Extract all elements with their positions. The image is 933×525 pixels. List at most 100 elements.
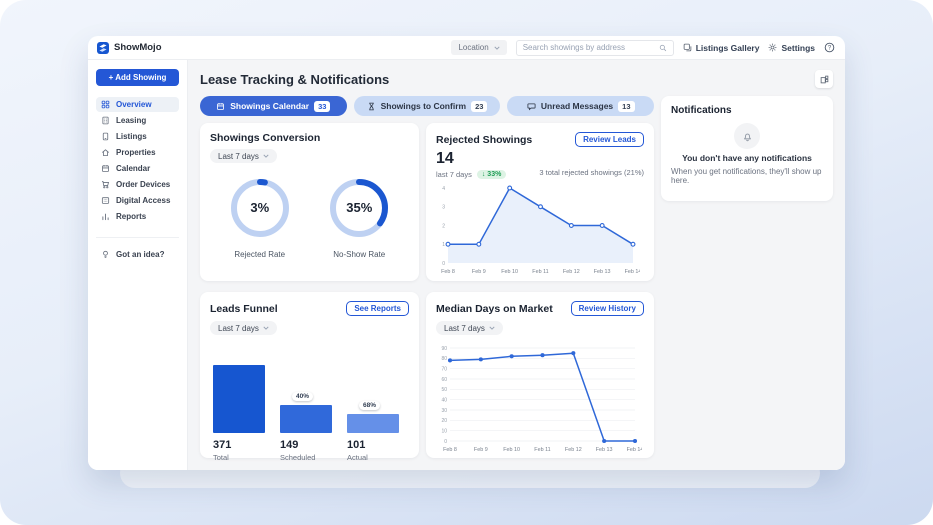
funnel-bar-scheduled: 40%149Scheduled [280,392,332,461]
chevron-down-icon [489,326,495,330]
sidebar-item-properties[interactable]: Properties [96,145,179,160]
sidebar-item-reports[interactable]: Reports [96,209,179,224]
card-title: Rejected Showings [436,134,532,146]
svg-text:3: 3 [442,204,445,210]
svg-text:0: 0 [442,260,445,266]
bell-icon [734,123,760,149]
tab-label: Showings to Confirm [381,101,466,111]
rejected-note: 3 total rejected showings (21%) [539,168,644,179]
search-icon [659,44,667,52]
sidebar-nav: Overview Leasing Listings Properties [96,97,179,224]
chevron-down-icon [263,154,269,158]
conversion-range-dropdown[interactable]: Last 7 days [210,149,277,163]
cart-icon [101,180,110,189]
location-dropdown[interactable]: Location [451,40,506,55]
gallery-icon [683,43,692,52]
tab-unread-messages[interactable]: Unread Messages 13 [507,96,654,116]
bar-label: Scheduled [280,453,332,462]
sidebar-item-listings[interactable]: Listings [96,129,179,144]
leads-funnel-card: Leads Funnel See Reports Last 7 days 371… [200,292,419,458]
keypad-icon [101,196,110,205]
median-range-dropdown[interactable]: Last 7 days [436,321,503,335]
add-showing-button[interactable]: + Add Showing [96,69,179,86]
search-input[interactable] [523,43,655,52]
median-days-line-chart: 0102030405060708090Feb 8Feb 9Feb 10Feb 1… [436,342,644,454]
svg-text:90: 90 [441,345,447,351]
top-bar: ShowMojo Location Listings Gallery [88,36,845,60]
home-icon [101,148,110,157]
svg-text:Feb 8: Feb 8 [441,269,455,275]
tabs-row: Showings Calendar 33 Showings to Confirm… [200,96,654,116]
tab-showings-to-confirm[interactable]: Showings to Confirm 23 [354,96,501,116]
showmojo-app-window: ShowMojo Location Listings Gallery [88,36,845,470]
settings-label: Settings [781,43,815,53]
sidebar-item-label: Listings [116,132,147,141]
brand[interactable]: ShowMojo [97,42,185,54]
sidebar-item-leasing[interactable]: Leasing [96,113,179,128]
svg-text:60: 60 [441,376,447,382]
help-icon[interactable]: ? [824,42,835,53]
lightbulb-icon [101,250,110,259]
svg-text:2: 2 [442,223,445,229]
svg-text:Feb 11: Feb 11 [532,269,548,275]
svg-text:Feb 9: Feb 9 [474,447,488,453]
sidebar-item-calendar[interactable]: Calendar [96,161,179,176]
bar-chart-icon [101,212,110,221]
settings-link[interactable]: Settings [768,43,815,53]
card-title: Leads Funnel [210,303,278,315]
sidebar-item-got-an-idea[interactable]: Got an idea? [96,247,179,262]
brand-name: ShowMojo [114,42,162,53]
svg-text:Feb 14: Feb 14 [627,447,642,453]
donut-label: Rejected Rate [234,250,285,259]
gear-icon [768,43,777,52]
sidebar-item-label: Reports [116,212,146,221]
donut-label: No-Show Rate [333,250,385,259]
desktop-background: ShowMojo Location Listings Gallery [0,0,933,525]
svg-text:4: 4 [442,185,445,191]
conversion-percent-badge: 68% [359,401,380,410]
see-reports-button[interactable]: See Reports [346,301,409,316]
svg-text:Feb 12: Feb 12 [565,447,582,453]
svg-text:Feb 14: Feb 14 [625,269,640,275]
building-icon [101,116,110,125]
hourglass-icon [367,102,376,111]
page-title: Lease Tracking & Notifications [200,72,389,87]
tab-count-badge: 13 [618,101,634,112]
calendar-icon [101,164,110,173]
svg-text:?: ? [828,46,832,52]
calendar-icon [216,102,225,111]
svg-text:0: 0 [444,438,447,444]
sidebar-item-label: Digital Access [116,196,170,205]
sidebar-item-label: Got an idea? [116,250,164,259]
funnel-bar-actual: 68%101Actual [347,401,399,462]
svg-text:Feb 9: Feb 9 [472,269,486,275]
sidebar: + Add Showing Overview Leasing Listings [88,60,188,470]
bar-label: Total [213,453,265,462]
review-history-button[interactable]: Review History [571,301,644,316]
location-label: Location [458,43,488,52]
svg-text:50: 50 [441,387,447,393]
customize-dashboard-button[interactable] [815,70,833,88]
tab-showings-calendar[interactable]: Showings Calendar 33 [200,96,347,116]
median-days-card: Median Days on Market Review History Las… [426,292,654,458]
leads-funnel-bar-chart: 371Total40%149Scheduled68%101Actual [210,344,409,462]
chevron-down-icon [494,46,500,50]
svg-text:20: 20 [441,418,447,424]
sidebar-item-digital-access[interactable]: Digital Access [96,193,179,208]
listings-gallery-link[interactable]: Listings Gallery [683,43,760,53]
delta-badge: ↓ 33% [477,170,506,179]
svg-text:Feb 8: Feb 8 [443,447,457,453]
notifications-title: Notifications [671,105,823,116]
sidebar-item-overview[interactable]: Overview [96,97,179,112]
sidebar-divider [96,237,179,238]
range-label: Last 7 days [218,324,259,333]
tab-label: Unread Messages [541,101,613,111]
review-leads-button[interactable]: Review Leads [575,132,644,147]
rejected-showings-line-chart: 01234Feb 8Feb 9Feb 10Feb 11Feb 12Feb 13F… [436,182,644,276]
sidebar-item-label: Leasing [116,116,146,125]
svg-text:Feb 12: Feb 12 [563,269,580,275]
funnel-range-dropdown[interactable]: Last 7 days [210,321,277,335]
no-show-rate-donut: 35% No-Show Rate [316,177,402,259]
sidebar-item-label: Order Devices [116,180,170,189]
sidebar-item-order-devices[interactable]: Order Devices [96,177,179,192]
